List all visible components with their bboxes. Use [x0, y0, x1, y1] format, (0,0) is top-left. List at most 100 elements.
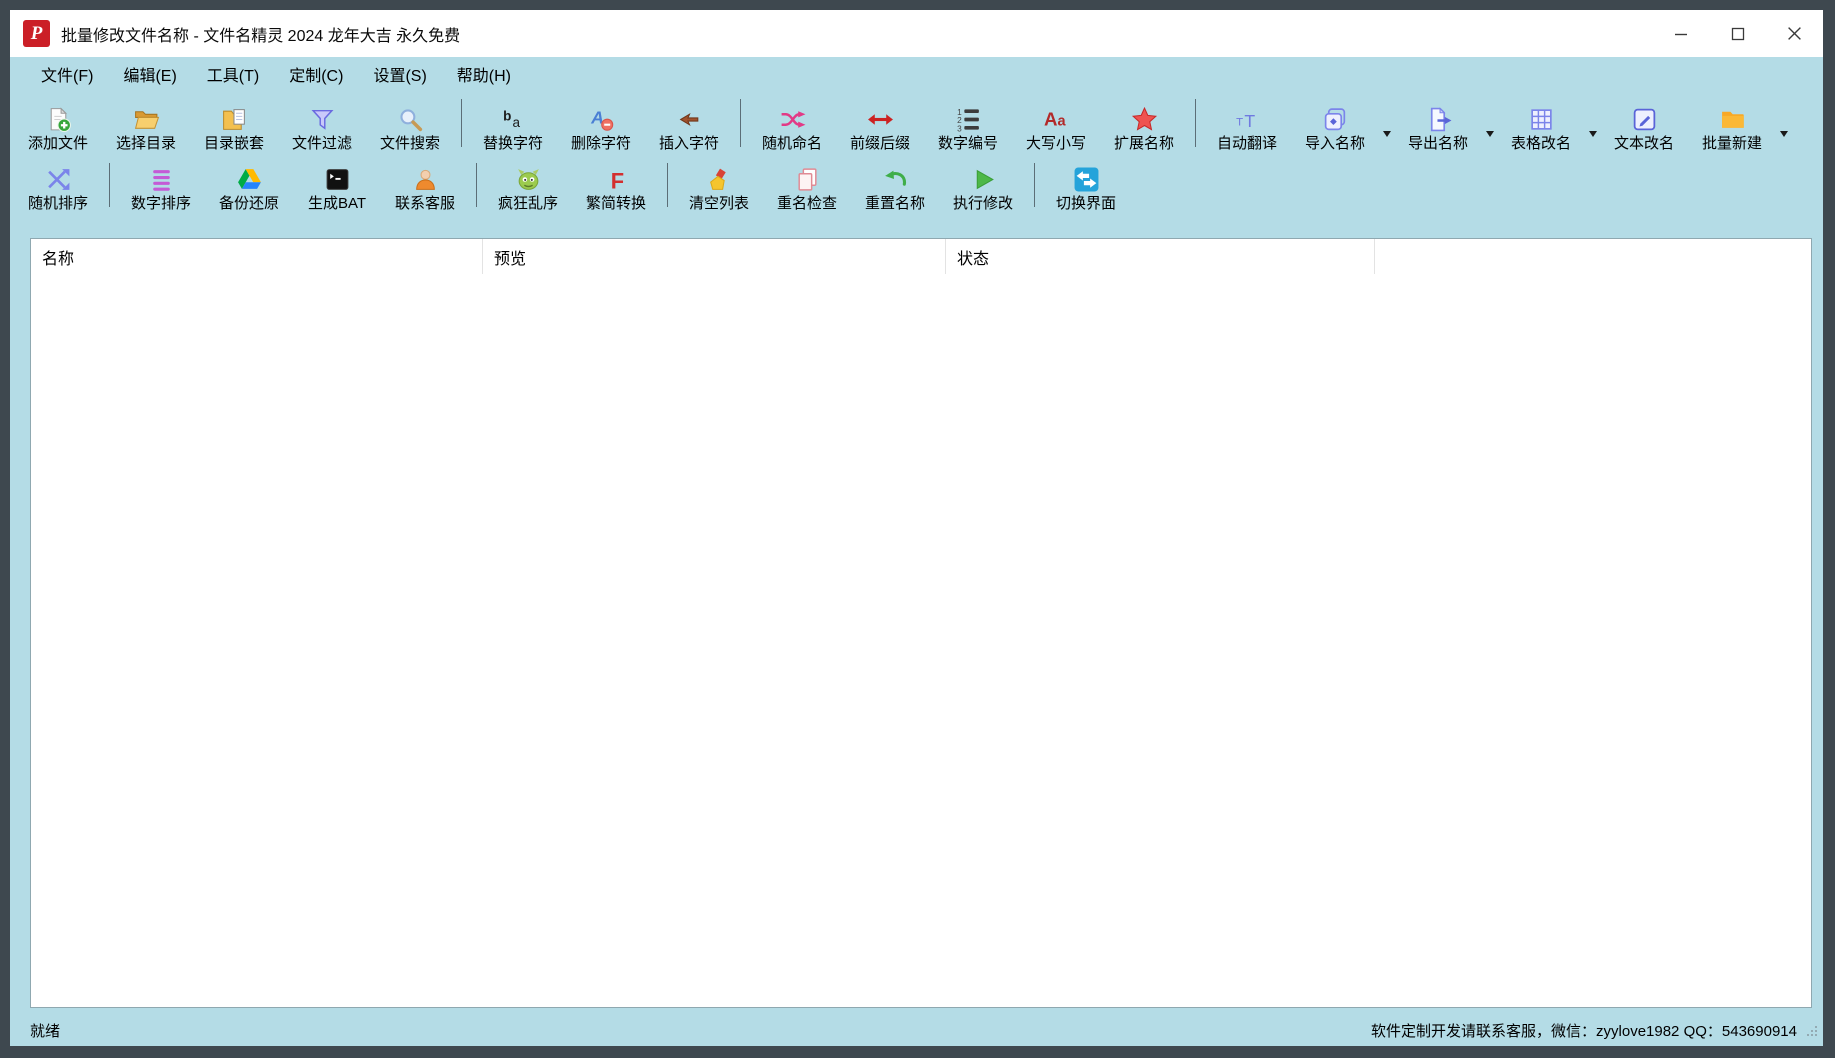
svg-text:a: a [1057, 114, 1066, 130]
filter-icon [309, 106, 336, 133]
content-area: 名称预览状态 [10, 216, 1823, 1014]
toolbar-button-crazy-shuffle[interactable]: 疯狂乱序 [484, 156, 572, 216]
toolbar-button-contact-support[interactable]: 联系客服 [381, 156, 469, 216]
traditional-simplified-icon: F [603, 166, 630, 193]
toolbar-button-label: 选择目录 [116, 135, 176, 152]
toolbar-button-numbering[interactable]: 123数字编号 [924, 92, 1012, 156]
toolbar-button-export-names[interactable]: 导出名称 [1394, 92, 1482, 156]
toolbar-button-reset-names[interactable]: 重置名称 [851, 156, 939, 216]
resize-grip[interactable] [1804, 1023, 1819, 1038]
nested-folder-icon [221, 106, 248, 133]
toolbar-button-extension-star[interactable]: 扩展名称 [1100, 92, 1188, 156]
toolbar-button-label: 添加文件 [28, 135, 88, 152]
toolbar-button-filter[interactable]: 文件过滤 [278, 92, 366, 156]
column-header-status[interactable]: 状态 [946, 239, 1375, 274]
toolbar-button-switch-ui[interactable]: 切换界面 [1042, 156, 1130, 216]
generate-bat-icon [324, 166, 351, 193]
toolbar-button-label: 执行修改 [953, 195, 1013, 212]
status-ready-text: 就绪 [30, 1020, 60, 1041]
maximize-button[interactable] [1709, 10, 1766, 57]
status-contact-info: 软件定制开发请联系客服，微信：zyylove1982 QQ：543690914 [1371, 1020, 1797, 1041]
toolbar-separator [109, 163, 110, 207]
number-sort-icon [148, 166, 175, 193]
toolbar-button-translate[interactable]: TT 自动翻译 [1203, 92, 1291, 156]
column-header-preview[interactable]: 预览 [483, 239, 946, 274]
toolbar-button-duplicate-check[interactable]: 重名检查 [763, 156, 851, 216]
close-button[interactable] [1766, 10, 1823, 57]
svg-text:T: T [1236, 117, 1243, 129]
toolbar-button-label: 删除字符 [571, 135, 631, 152]
toolbar-button-label: 插入字符 [659, 135, 719, 152]
toolbar-button-delete-chars[interactable]: A删除字符 [557, 92, 645, 156]
column-header-name[interactable]: 名称 [31, 239, 483, 274]
toolbar-button-letter-case[interactable]: Aa大写小写 [1012, 92, 1100, 156]
file-list-body[interactable] [31, 274, 1811, 1007]
app-window: P 批量修改文件名称 - 文件名精灵 2024 龙年大吉 永久免费 文件(F)编 [10, 10, 1823, 1046]
toolbar-button-label: 重名检查 [777, 195, 837, 212]
toolbar-button-execute[interactable]: 执行修改 [939, 156, 1027, 216]
text-rename-icon [1631, 106, 1658, 133]
toolbar-button-label: 随机命名 [762, 135, 822, 152]
duplicate-check-icon [794, 166, 821, 193]
toolbar-button-insert-chars[interactable]: 插入字符 [645, 92, 733, 156]
menu-custom[interactable]: 定制(C) [274, 57, 358, 91]
column-header-filler [1375, 239, 1811, 274]
clear-list-icon [706, 166, 733, 193]
toolbar-button-label: 清空列表 [689, 195, 749, 212]
toolbar-button-random-sort[interactable]: 随机排序 [14, 156, 102, 216]
toolbar-button-open-folder[interactable]: 选择目录 [102, 92, 190, 156]
dropdown-arrow-icon[interactable] [1780, 131, 1788, 141]
toolbar-button-generate-bat[interactable]: 生成BAT [293, 156, 381, 216]
toolbar-button-text-rename[interactable]: 文本改名 [1600, 92, 1688, 156]
toolbar-row-2: 随机排序数字排序备份还原生成BAT联系客服疯狂乱序F繁简转换清空列表 重名检查重置… [14, 156, 1823, 216]
toolbar-button-add-file[interactable]: 添加文件 [14, 92, 102, 156]
toolbar-button-label: 扩展名称 [1114, 135, 1174, 152]
minimize-icon [1674, 27, 1688, 41]
toolbar: 添加文件 选择目录 目录嵌套文件过滤文件搜索ba替换字符A删除字符插入字符 随机命名前… [10, 90, 1823, 216]
toolbar-button-nested-folder[interactable]: 目录嵌套 [190, 92, 278, 156]
toolbar-button-table-rename[interactable]: 表格改名 [1497, 92, 1585, 156]
toolbar-button-traditional-simplified[interactable]: F繁简转换 [572, 156, 660, 216]
title-bar: P 批量修改文件名称 - 文件名精灵 2024 龙年大吉 永久免费 [10, 10, 1823, 57]
toolbar-button-label: 备份还原 [219, 195, 279, 212]
toolbar-button-backup-restore[interactable]: 备份还原 [205, 156, 293, 216]
toolbar-button-batch-new-folder[interactable]: 批量新建 [1688, 92, 1776, 156]
toolbar-button-label: 目录嵌套 [204, 135, 264, 152]
toolbar-button-label: 导入名称 [1305, 135, 1365, 152]
toolbar-row-1: 添加文件 选择目录 目录嵌套文件过滤文件搜索ba替换字符A删除字符插入字符 随机命名前… [14, 92, 1823, 156]
search-icon [397, 106, 424, 133]
extension-star-icon [1131, 106, 1158, 133]
close-icon [1787, 26, 1802, 41]
toolbar-button-label: 切换界面 [1056, 195, 1116, 212]
toolbar-button-label: 导出名称 [1408, 135, 1468, 152]
toolbar-button-label: 表格改名 [1511, 135, 1571, 152]
contact-support-icon [412, 166, 439, 193]
svg-text:b: b [503, 109, 511, 124]
toolbar-separator [461, 99, 462, 147]
menu-file[interactable]: 文件(F) [26, 57, 108, 91]
svg-text:T: T [1244, 111, 1255, 131]
menu-edit[interactable]: 编辑(E) [108, 57, 191, 91]
toolbar-button-search[interactable]: 文件搜索 [366, 92, 454, 156]
toolbar-button-import-names[interactable]: 导入名称 [1291, 92, 1379, 156]
toolbar-button-prefix-suffix[interactable]: 前缀后缀 [836, 92, 924, 156]
file-list: 名称预览状态 [30, 238, 1812, 1008]
file-list-header: 名称预览状态 [31, 239, 1811, 274]
dropdown-arrow-icon[interactable] [1486, 131, 1494, 141]
toolbar-separator [740, 99, 741, 147]
menu-tools[interactable]: 工具(T) [192, 57, 274, 91]
menu-help[interactable]: 帮助(H) [442, 57, 526, 91]
toolbar-button-replace-chars[interactable]: ba替换字符 [469, 92, 557, 156]
toolbar-button-random-name[interactable]: 随机命名 [748, 92, 836, 156]
toolbar-button-clear-list[interactable]: 清空列表 [675, 156, 763, 216]
menu-settings[interactable]: 设置(S) [358, 57, 441, 91]
numbering-icon: 123 [955, 106, 982, 133]
dropdown-arrow-icon[interactable] [1589, 131, 1597, 141]
maximize-icon [1731, 27, 1745, 41]
dropdown-arrow-icon[interactable] [1383, 131, 1391, 141]
minimize-button[interactable] [1652, 10, 1709, 57]
status-bar: 就绪 软件定制开发请联系客服，微信：zyylove1982 QQ：5436909… [10, 1014, 1823, 1046]
toolbar-button-label: 自动翻译 [1217, 135, 1277, 152]
execute-icon [970, 166, 997, 193]
toolbar-button-number-sort[interactable]: 数字排序 [117, 156, 205, 216]
